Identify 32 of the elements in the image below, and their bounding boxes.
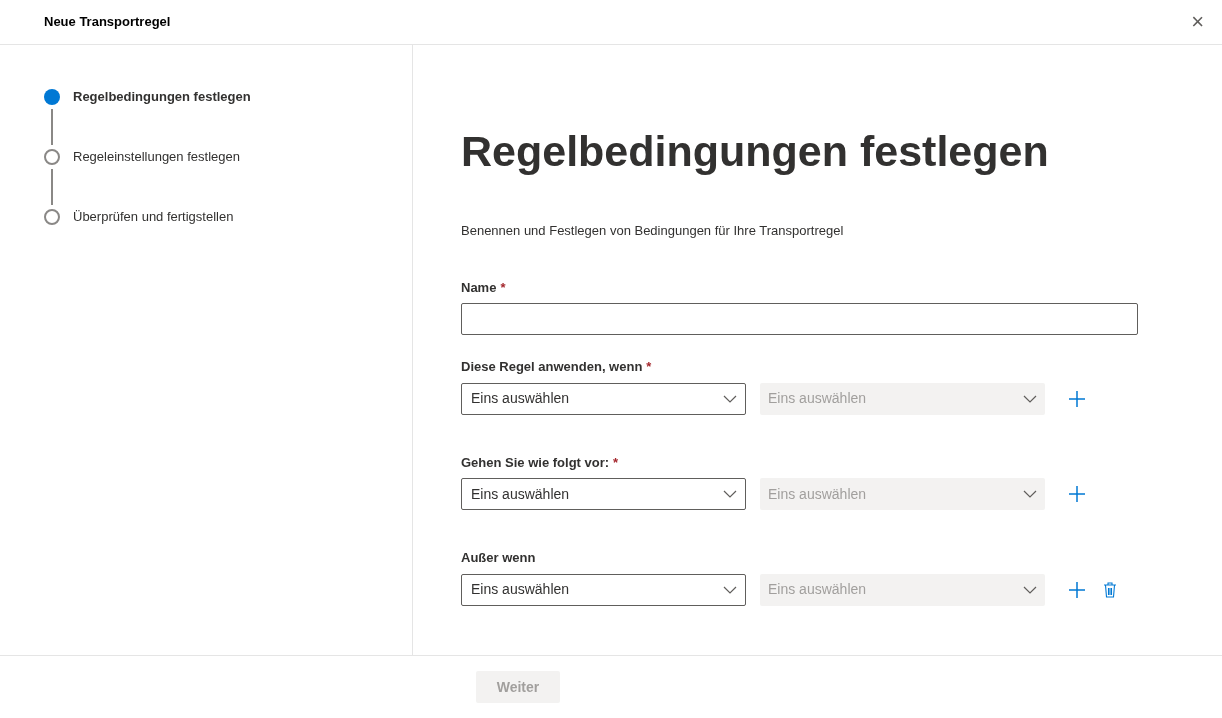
chevron-down-icon: [1023, 394, 1037, 403]
window-title: Neue Transportregel: [44, 13, 171, 32]
name-input-field[interactable]: [461, 303, 1138, 335]
add-button[interactable]: [1067, 484, 1087, 504]
chevron-down-icon: [1023, 585, 1037, 594]
plus-icon: [1068, 485, 1086, 503]
field-label: Gehen Sie wie folgt vor:: [461, 453, 610, 472]
chevron-down-icon: [1023, 490, 1037, 498]
select-dropdown[interactable]: Eins auswählen: [461, 382, 746, 415]
plus-icon: [1068, 580, 1086, 599]
description-text: Benennen und Festlegen von Bedingungen für Ihre Transportregel: [461, 222, 845, 240]
step-label[interactable]: Regeleinstellungen festlegen: [73, 147, 240, 167]
plus-icon: [1068, 389, 1086, 408]
chevron-down-icon: [723, 490, 737, 498]
step-label[interactable]: Regelbedingungen festlegen: [73, 87, 251, 107]
required-mark: *: [500, 278, 506, 297]
select-dropdown[interactable]: Eins auswählen: [461, 573, 746, 606]
step-label[interactable]: Überprüfen und fertigstellen: [73, 207, 234, 227]
chevron-down-icon: [723, 394, 737, 403]
close-button[interactable]: ×: [1187, 11, 1208, 33]
trash-icon: [1103, 581, 1117, 598]
select-dropdown[interactable]: Eins auswählen: [461, 478, 746, 510]
field-label: Außer wenn: [461, 549, 536, 567]
required-mark: *: [613, 453, 619, 472]
field-label: Diese Regel anwenden, wenn: [461, 358, 643, 376]
add-button[interactable]: [1067, 579, 1087, 600]
required-mark: *: [646, 358, 652, 376]
chevron-down-icon: [723, 585, 737, 594]
page-heading: Regelbedingungen festlegen: [461, 126, 1050, 177]
add-button[interactable]: [1067, 388, 1087, 409]
field-label: Name: [461, 278, 497, 297]
delete-button[interactable]: [1102, 580, 1118, 599]
